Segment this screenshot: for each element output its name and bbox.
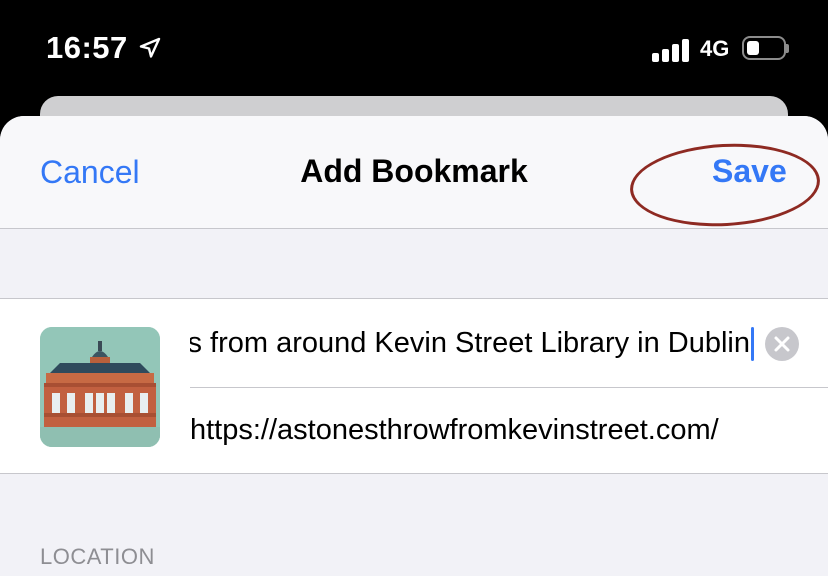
bookmark-url-field[interactable]: https://astonesthrowfromkevinstreet.com/ xyxy=(190,414,810,447)
clear-text-button[interactable] xyxy=(765,327,799,361)
field-divider xyxy=(190,387,828,388)
sheet-title-text: Add Bookmark xyxy=(300,153,528,189)
add-bookmark-sheet: Cancel Add Bookmark Save es from around … xyxy=(0,116,828,576)
library-building-icon xyxy=(40,327,160,447)
text-cursor xyxy=(751,327,754,361)
location-arrow-icon xyxy=(139,37,161,58)
bookmark-form: es from around Kevin Street Library in D… xyxy=(0,298,828,474)
clear-x-icon xyxy=(774,336,790,352)
cellular-signal-icon xyxy=(652,38,690,62)
bookmark-title-value: es from around Kevin Street Library in D… xyxy=(190,327,750,359)
battery-icon xyxy=(742,36,789,62)
site-thumbnail xyxy=(40,327,160,447)
bookmark-title-input[interactable]: es from around Kevin Street Library in D… xyxy=(190,323,750,369)
location-section-header: LOCATION xyxy=(40,544,155,569)
network-type: 4G xyxy=(700,36,730,61)
status-time: 16:57 xyxy=(46,30,128,65)
navigation-bar: Cancel Add Bookmark Save xyxy=(0,116,828,231)
status-bar: 16:57 4G xyxy=(0,0,828,96)
